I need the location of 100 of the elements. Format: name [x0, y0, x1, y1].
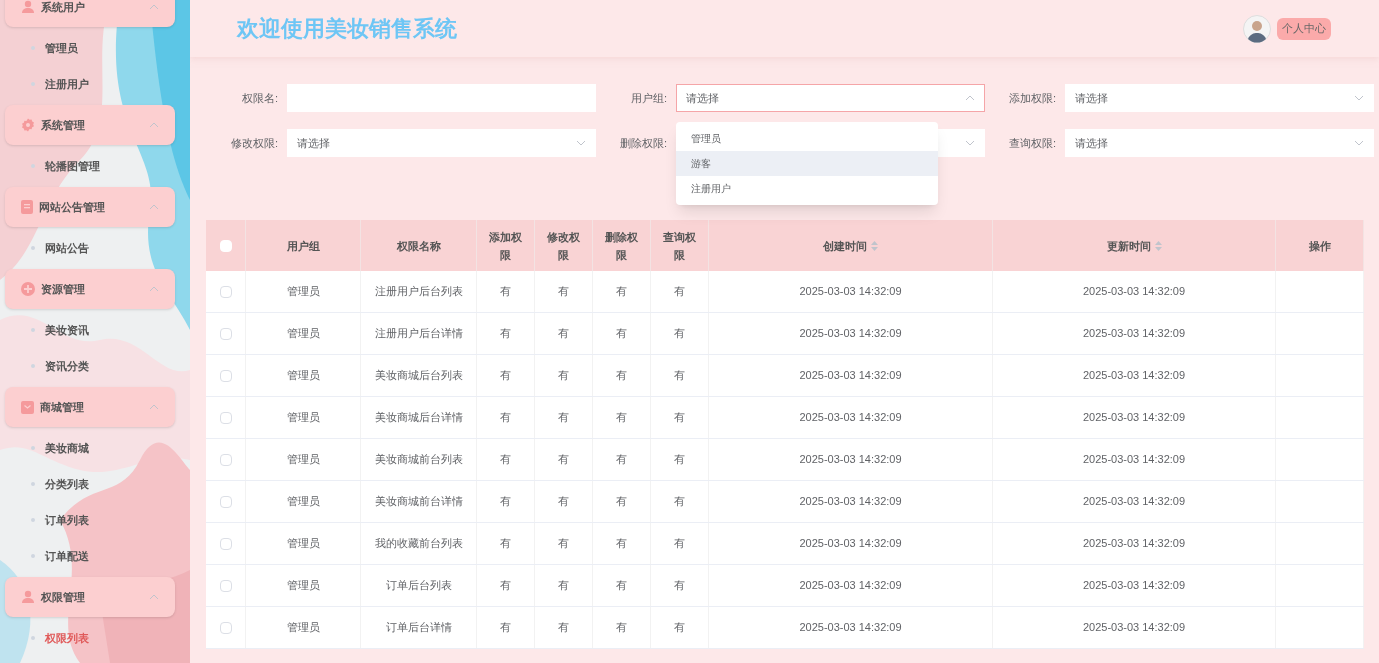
table-cell-text: 管理员	[286, 410, 320, 426]
menu-item[interactable]: 分类列表	[5, 466, 175, 502]
bag-icon	[21, 400, 34, 414]
table-cell-text: 有	[558, 284, 569, 300]
table-cell-text: 有	[674, 410, 685, 426]
chevron-up-icon	[149, 204, 159, 210]
checkbox[interactable]	[219, 411, 232, 424]
table-cell-text: 有	[500, 410, 511, 426]
table-cell-text: 有	[616, 494, 627, 510]
menu-group-header[interactable]: 系统管理	[5, 105, 175, 145]
table-cell-text: 有	[558, 578, 569, 594]
table-cell-text: 2025-03-03 14:32:09	[1082, 326, 1186, 342]
table-cell-text: 有	[558, 368, 569, 384]
table-cell-text: 有	[558, 326, 569, 342]
gear-icon	[21, 118, 35, 132]
checkbox[interactable]	[219, 579, 232, 592]
table-cell-text: 有	[674, 620, 685, 636]
table-cell-text: 2025-03-03 14:32:09	[799, 326, 902, 342]
menu-item[interactable]: 订单列表	[5, 502, 175, 538]
select-field[interactable]: 请选择	[287, 129, 596, 157]
table-cell-text: 2025-03-03 14:32:09	[799, 536, 902, 552]
table-cell-text: 美妆商城前台列表	[374, 452, 463, 468]
table-cell-text: 2025-03-03 14:32:09	[1082, 494, 1186, 510]
table-cell-text: 有	[674, 578, 685, 594]
select-field[interactable]: 请选择	[676, 84, 985, 112]
table-cell-text: 有	[500, 284, 511, 300]
field-label: 查询权限:	[1007, 135, 1057, 151]
table-cell-text: 有	[616, 284, 627, 300]
table-cell-text: 2025-03-03 14:32:09	[1082, 620, 1186, 636]
profile-button[interactable]: 个人中心	[1277, 17, 1331, 40]
menu-item[interactable]: 权限列表	[5, 620, 175, 656]
chevron-up-icon	[149, 4, 159, 10]
table-cell-text: 有	[674, 452, 685, 468]
table-cell-text: 2025-03-03 14:32:09	[1082, 452, 1186, 468]
table-cell-text: 有	[500, 368, 511, 384]
table-cell-text: 有	[616, 578, 627, 594]
table-cell-text: 2025-03-03 14:32:09	[1082, 410, 1186, 426]
table-cell-text: 有	[558, 536, 569, 552]
menu-item[interactable]: 美妆资讯	[5, 312, 175, 348]
table-cell-text: 有	[500, 536, 511, 552]
dropdown-option[interactable]: 注册用户	[676, 176, 938, 201]
menu-item[interactable]: 管理员	[5, 30, 175, 66]
sort-icon[interactable]	[1154, 240, 1162, 251]
table-cell-text: 有	[500, 452, 511, 468]
table-cell-text: 美妆商城前台详情	[374, 494, 463, 510]
table-cell-text: 2025-03-03 14:32:09	[799, 452, 902, 468]
table-cell-text: 有	[616, 620, 627, 636]
table-cell-text: 管理员	[286, 536, 320, 552]
checkbox[interactable]	[219, 327, 232, 340]
menu-group-header[interactable]: 商城管理	[5, 387, 175, 427]
checkbox[interactable]	[219, 621, 232, 634]
field-label: 修改权限:	[229, 135, 279, 151]
table-cell-text: 有	[616, 368, 627, 384]
table-cell-text: 2025-03-03 14:32:09	[1082, 368, 1186, 384]
table-cell-text: 管理员	[286, 368, 320, 384]
menu-item[interactable]: 注册用户	[5, 66, 175, 102]
document-icon	[21, 200, 33, 214]
menu-item[interactable]: 资讯分类	[5, 348, 175, 384]
checkbox[interactable]	[219, 453, 232, 466]
table-cell-text: 2025-03-03 14:32:09	[799, 620, 902, 636]
table-cell-text: 有	[500, 326, 511, 342]
menu-group-header[interactable]: 资源管理	[5, 269, 175, 309]
checkbox[interactable]	[219, 495, 232, 508]
table-cell-text: 美妆商城后台列表	[374, 368, 463, 384]
menu-item[interactable]: 轮播图管理	[5, 148, 175, 184]
table-cell-text: 有	[674, 326, 685, 342]
table-cell-text: 管理员	[286, 578, 320, 594]
select-field[interactable]: 请选择	[1065, 84, 1374, 112]
menu-group-header[interactable]: 网站公告管理	[5, 187, 175, 227]
menu-item[interactable]: 网站公告	[5, 230, 175, 266]
menu-group-header[interactable]: 系统用户	[5, 0, 175, 27]
user-icon	[21, 590, 35, 604]
table-cell-text: 2025-03-03 14:32:09	[1082, 284, 1186, 300]
dropdown-option[interactable]: 管理员	[676, 126, 938, 151]
dropdown-option[interactable]: 游客	[676, 151, 938, 176]
menu-group-header[interactable]: 权限管理	[5, 577, 175, 617]
chevron-down-icon	[965, 140, 975, 146]
table-cell-text: 2025-03-03 14:32:09	[1082, 536, 1186, 552]
table-cell-text: 有	[558, 410, 569, 426]
menu-item[interactable]: 美妆商城	[5, 430, 175, 466]
checkbox[interactable]	[219, 537, 232, 550]
table-cell-text: 2025-03-03 14:32:09	[799, 410, 902, 426]
sort-icon[interactable]	[871, 240, 878, 251]
chevron-up-icon	[149, 286, 159, 292]
table-cell-text: 有	[500, 494, 511, 510]
chevron-up-icon	[965, 95, 975, 101]
table-cell-text: 有	[616, 326, 627, 342]
table-cell-text: 2025-03-03 14:32:09	[799, 368, 902, 384]
select-field[interactable]: 请选择	[1065, 129, 1374, 157]
checkbox[interactable]	[219, 369, 232, 382]
menu-item[interactable]: 订单配送	[5, 538, 175, 574]
table-cell-text: 有	[616, 536, 627, 552]
table-cell-text: 有	[500, 578, 511, 594]
chevron-up-icon	[149, 404, 159, 410]
table-cell-text: 2025-03-03 14:32:09	[799, 578, 902, 594]
chevron-up-icon	[149, 122, 159, 128]
table-cell-text: 有	[616, 410, 627, 426]
checkbox[interactable]	[219, 285, 232, 298]
avatar-icon	[1243, 14, 1271, 43]
field-label: 添加权限:	[1007, 90, 1057, 106]
